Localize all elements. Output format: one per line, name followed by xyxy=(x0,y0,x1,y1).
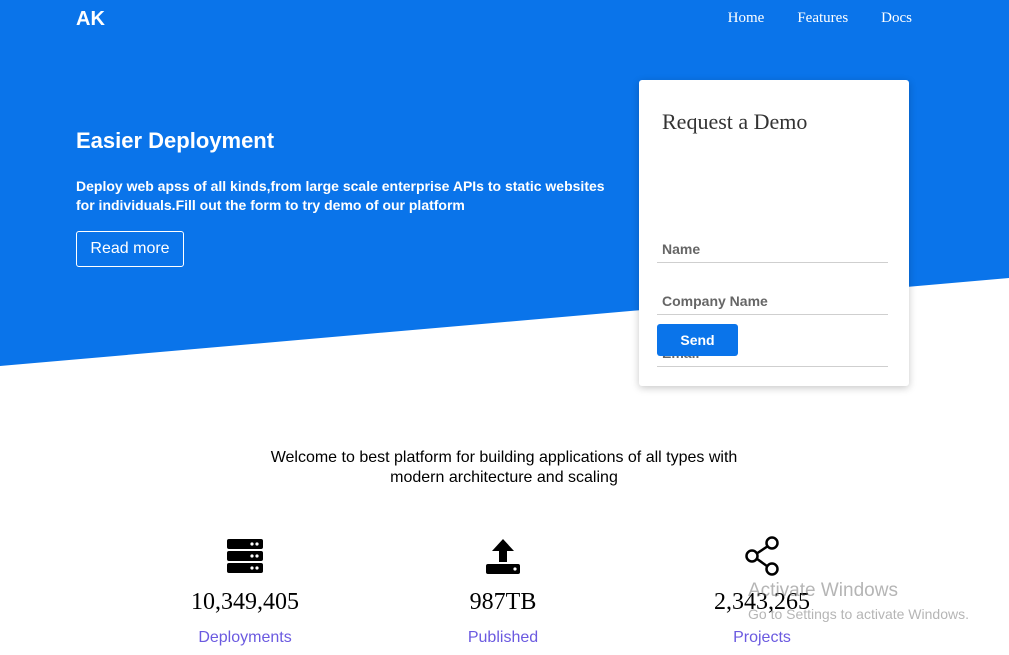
stat-deployments: 10,349,405 Deployments xyxy=(145,536,345,647)
hero-title: Easier Deployment xyxy=(76,128,275,153)
share-icon xyxy=(745,536,779,576)
stat-value: 987TB xyxy=(469,589,537,615)
server-icon xyxy=(227,539,263,573)
stat-projects: 2,343,265 Projects xyxy=(662,536,862,647)
demo-form-title: Request a Demo xyxy=(662,109,808,134)
company-name-input[interactable] xyxy=(657,287,888,315)
upload-icon xyxy=(486,539,520,574)
stat-published: 987TB Published xyxy=(403,536,603,647)
stat-label[interactable]: Deployments xyxy=(145,629,345,647)
read-more-button[interactable]: Read more xyxy=(76,231,184,267)
nav-features[interactable]: Features xyxy=(797,10,848,27)
demo-request-card: Request a Demo Send xyxy=(639,80,909,386)
nav-home[interactable]: Home xyxy=(728,10,765,27)
welcome-text: Welcome to best platform for building ap… xyxy=(270,449,738,486)
stat-label[interactable]: Published xyxy=(403,629,603,647)
stat-value: 10,349,405 xyxy=(191,589,299,615)
send-button[interactable]: Send xyxy=(657,324,738,356)
stat-label[interactable]: Projects xyxy=(662,629,862,647)
logo[interactable]: AK xyxy=(76,8,105,31)
main-nav: Home Features Docs xyxy=(695,10,912,27)
stat-value: 2,343,265 xyxy=(714,589,810,615)
name-input[interactable] xyxy=(657,235,888,263)
nav-docs[interactable]: Docs xyxy=(881,10,912,27)
hero-description: Deploy web apss of all kinds,from large … xyxy=(76,178,605,213)
